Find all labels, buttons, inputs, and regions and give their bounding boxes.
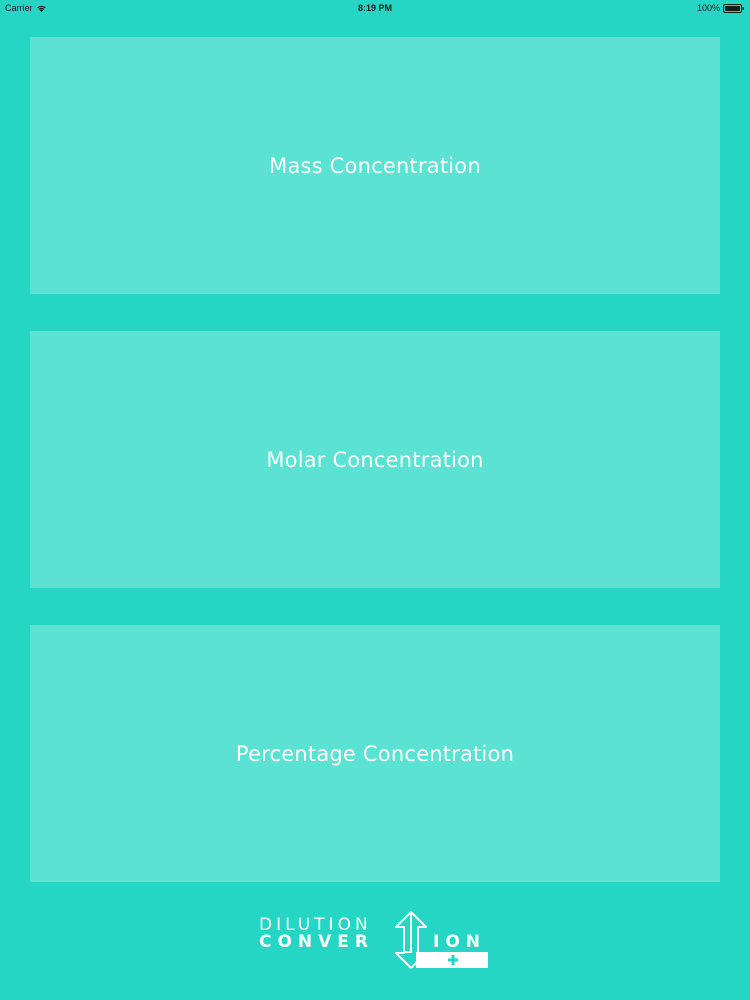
status-right: 100%: [697, 3, 745, 13]
mass-concentration-card[interactable]: Mass Concentration: [30, 37, 720, 294]
down-arrow-icon: [395, 930, 412, 969]
card-label-molar: Molar Concentration: [266, 447, 484, 472]
app-logo: DILUTION CONVER ION: [258, 910, 493, 972]
status-bar: Carrier 8:19 PM 100%: [0, 0, 750, 16]
battery-percent: 100%: [696, 3, 720, 13]
card-label-percentage: Percentage Concentration: [235, 741, 515, 766]
card-label-mass: Mass Concentration: [269, 153, 481, 178]
molar-concentration-card[interactable]: Molar Concentration: [30, 331, 720, 588]
percentage-concentration-card[interactable]: Percentage Concentration: [30, 625, 720, 882]
logo-line2-right: ION: [433, 932, 486, 952]
app-screen: Carrier 8:19 PM 100% Mass Concentration …: [0, 0, 750, 1000]
logo-line2-left: CONVER: [259, 932, 374, 952]
battery-icon: [723, 3, 745, 13]
status-time: 8:19 PM: [357, 3, 392, 13]
